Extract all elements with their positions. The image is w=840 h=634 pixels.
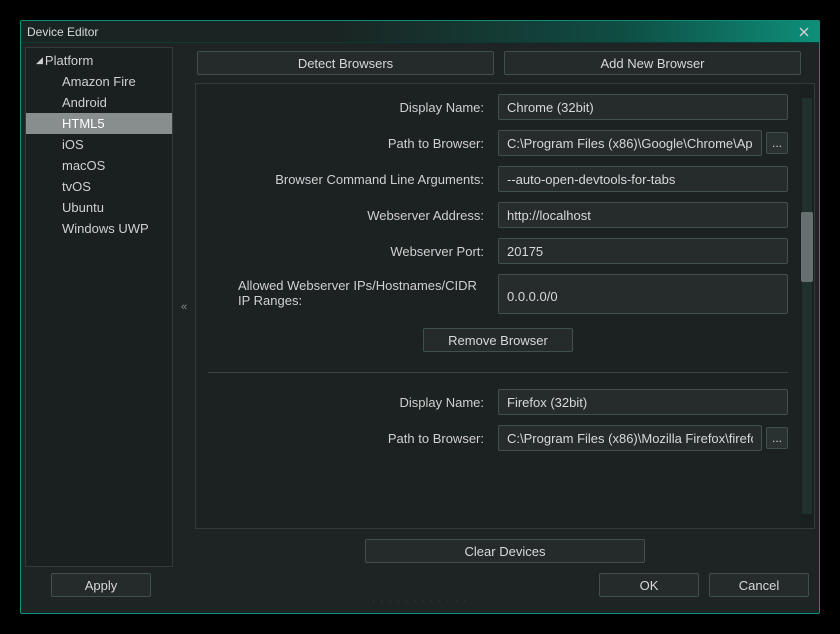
tree-item-ubuntu[interactable]: Ubuntu [26, 197, 172, 218]
scrollbar-thumb[interactable] [801, 212, 813, 282]
webserver-addr-input[interactable] [498, 202, 788, 228]
display-name-input[interactable] [498, 389, 788, 415]
tree-root-platform[interactable]: ◢ Platform [26, 50, 172, 71]
tree-item-amazon-fire[interactable]: Amazon Fire [26, 71, 172, 92]
ok-button[interactable]: OK [599, 573, 699, 597]
browse-path-button[interactable]: ... [766, 427, 788, 449]
path-input[interactable] [498, 425, 762, 451]
path-input[interactable] [498, 130, 762, 156]
scrollbar[interactable] [800, 84, 814, 528]
tree-item-android[interactable]: Android [26, 92, 172, 113]
add-new-browser-button[interactable]: Add New Browser [504, 51, 801, 75]
tree-item-macos[interactable]: macOS [26, 155, 172, 176]
args-input[interactable] [498, 166, 788, 192]
window-title: Device Editor [27, 25, 795, 39]
display-name-label: Display Name: [208, 100, 488, 115]
path-label: Path to Browser: [208, 136, 488, 151]
webserver-addr-label: Webserver Address: [208, 208, 488, 223]
tree-root-label: Platform [45, 53, 93, 68]
platform-tree[interactable]: ◢ Platform Amazon FireAndroidHTML5iOSmac… [25, 47, 173, 567]
clear-devices-button[interactable]: Clear Devices [365, 539, 645, 563]
args-label: Browser Command Line Arguments: [208, 172, 488, 187]
tree-item-ios[interactable]: iOS [26, 134, 172, 155]
detect-browsers-button[interactable]: Detect Browsers [197, 51, 494, 75]
browse-path-button[interactable]: ... [766, 132, 788, 154]
apply-button[interactable]: Apply [51, 573, 151, 597]
right-pane: Detect Browsers Add New Browser Display … [195, 47, 815, 567]
webserver-port-label: Webserver Port: [208, 244, 488, 259]
allowed-ips-input[interactable] [498, 274, 788, 314]
webserver-port-input[interactable] [498, 238, 788, 264]
display-name-label: Display Name: [208, 395, 488, 410]
browser-list-scroll: Display Name: Path to Browser: ... Brows… [195, 83, 815, 529]
allowed-ips-label: Allowed Webserver IPs/Hostnames/CIDR IP … [208, 274, 488, 308]
titlebar[interactable]: Device Editor [21, 21, 819, 43]
tree-item-html5[interactable]: HTML5 [26, 113, 172, 134]
caret-down-icon: ◢ [36, 55, 43, 66]
resize-grip-icon[interactable]: · · · · · · · · · · · · [25, 601, 815, 609]
tree-item-tvos[interactable]: tvOS [26, 176, 172, 197]
display-name-input[interactable] [498, 94, 788, 120]
separator [208, 372, 788, 373]
close-icon[interactable] [795, 24, 813, 40]
cancel-button[interactable]: Cancel [709, 573, 809, 597]
tree-item-windows-uwp[interactable]: Windows UWP [26, 218, 172, 239]
device-editor-window: Device Editor ◢ Platform Amazon FireAndr… [20, 20, 820, 614]
path-label: Path to Browser: [208, 431, 488, 446]
remove-browser-button[interactable]: Remove Browser [423, 328, 573, 352]
collapse-handle-icon[interactable]: « [179, 47, 189, 567]
